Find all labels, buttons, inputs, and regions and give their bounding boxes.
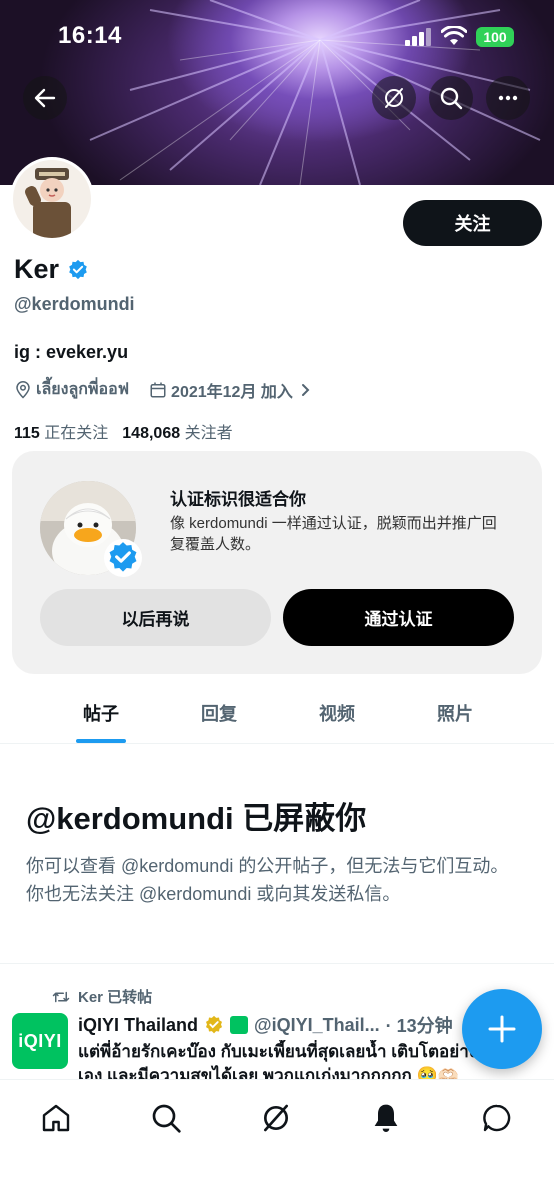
compose-button[interactable] [462, 989, 542, 1069]
nav-messages[interactable] [477, 1098, 517, 1138]
following-link[interactable]: 115 正在关注 [14, 419, 108, 443]
profile-bio: ig : eveker.yu [14, 342, 129, 362]
tweet-time: · 13分钟 [385, 1016, 453, 1036]
tweet-author-avatar[interactable]: iQIYI [12, 1013, 68, 1069]
home-icon [42, 1104, 70, 1132]
tab-videos[interactable]: 视频 [278, 684, 396, 743]
nav-search[interactable] [146, 1098, 186, 1138]
location-icon [16, 380, 30, 399]
profile-handle: @kerdomundi [14, 294, 135, 314]
back-arrow-icon [34, 88, 56, 108]
chat-bubble-icon [483, 1104, 511, 1132]
search-icon [440, 87, 463, 110]
tweet-header: iQIYI Thailand @iQIYI_Thail... · 13分钟 [78, 1012, 453, 1038]
grok-icon [385, 88, 403, 108]
affiliate-badge-icon [230, 1016, 249, 1034]
blocked-description: 你可以查看 @kerdomundi 的公开帖子，但无法与它们互动。你也无法关注 … [26, 856, 509, 904]
nav-notifications[interactable] [366, 1098, 406, 1138]
bottom-navigation [0, 1079, 554, 1199]
profile-tabs: 帖子 回复 视频 照片 [0, 684, 554, 744]
divider [0, 963, 554, 964]
follow-button[interactable]: 关注 [403, 200, 542, 246]
verified-badge-large-icon [104, 539, 142, 577]
plus-icon [488, 1015, 516, 1043]
back-button[interactable] [23, 76, 67, 120]
tweet-author-name[interactable]: iQIYI Thailand [78, 1015, 198, 1036]
search-icon [152, 1104, 181, 1133]
followers-link[interactable]: 148,068 关注者 [122, 419, 232, 443]
promo-description: 像 kerdomundi 一样通过认证，脱颖而出并推广回复覆盖人数。 [170, 515, 497, 553]
iqiyi-logo: iQIYI [18, 1030, 62, 1051]
wifi-icon [441, 26, 467, 45]
profile-avatar[interactable] [10, 157, 94, 241]
tab-photos[interactable]: 照片 [396, 684, 514, 743]
promo-title: 认证标识很适合你 [170, 490, 306, 509]
status-time: 16:14 [58, 22, 122, 49]
blocked-title: @kerdomundi 已屏蔽你 [26, 801, 367, 836]
retweet-label: Ker 已转帖 [78, 989, 153, 1006]
get-verified-button[interactable]: 通过认证 [283, 589, 514, 646]
verification-promo-card: 认证标识很适合你 像 kerdomundi 一样通过认证，脱颖而出并推广回复覆盖… [12, 451, 542, 674]
bell-icon [374, 1104, 398, 1132]
retweet-indicator: Ker 已转帖 [52, 986, 152, 1007]
profile-name-row: Ker [14, 254, 89, 285]
profile-stats: 115 正在关注 148,068 关注者 [14, 419, 233, 443]
profile-name: Ker [14, 254, 60, 284]
battery-indicator: 100 [476, 27, 514, 47]
grok-button[interactable] [372, 76, 416, 120]
more-icon [498, 95, 518, 101]
grok-icon [264, 1104, 288, 1132]
verified-badge-icon[interactable] [67, 259, 89, 281]
calendar-icon [150, 382, 166, 397]
tab-posts[interactable]: 帖子 [42, 684, 160, 743]
tweet-author-handle: @iQIYI_Thail... [254, 1014, 380, 1035]
tab-replies[interactable]: 回复 [160, 684, 278, 743]
profile-location: เลี้ยงลูกพี่ออฟ [36, 381, 130, 398]
status-bar: 16:14 100 [0, 0, 554, 70]
gold-verified-icon [206, 1015, 223, 1034]
search-button[interactable] [429, 76, 473, 120]
retweet-icon [52, 991, 70, 1002]
cellular-signal-icon [405, 28, 431, 46]
maybe-later-button[interactable]: 以后再说 [40, 589, 271, 646]
profile-meta: เลี้ยงลูกพี่ออฟ 2021年12月 加入 [14, 377, 313, 402]
nav-grok[interactable] [256, 1098, 296, 1138]
profile-joined: 2021年12月 加入 [171, 383, 293, 401]
chevron-right-icon[interactable] [299, 383, 313, 397]
avatar-image [13, 160, 91, 238]
more-button[interactable] [486, 76, 530, 120]
nav-home[interactable] [36, 1098, 76, 1138]
